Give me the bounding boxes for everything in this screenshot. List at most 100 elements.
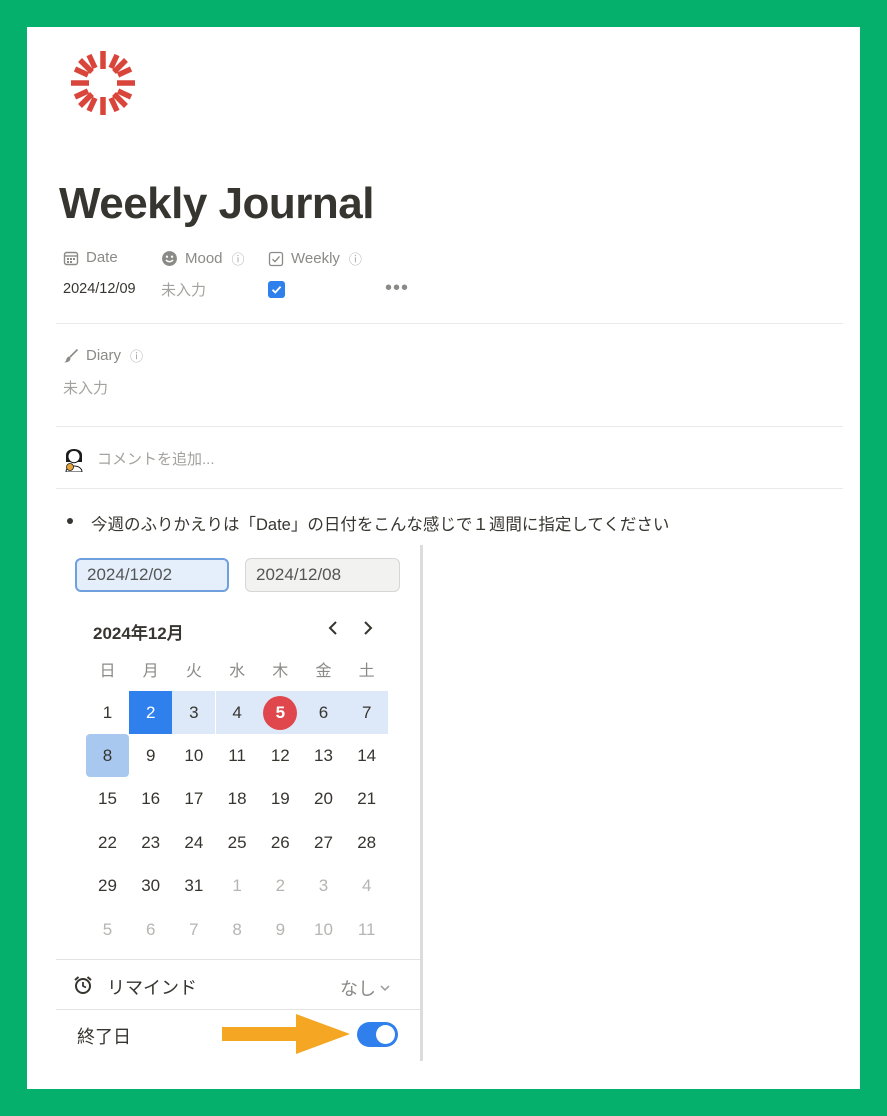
- chevron-right-icon: [364, 621, 373, 635]
- property-date-name: Date: [86, 249, 118, 266]
- calendar-day[interactable]: 9: [259, 908, 302, 951]
- info-icon[interactable]: ⓘ: [232, 249, 245, 268]
- page-card: Weekly Journal Date 2024/12/09 Mood ⓘ 未入…: [27, 27, 860, 1089]
- calendar-day[interactable]: 27: [302, 821, 345, 864]
- calendar-day[interactable]: 5: [258, 691, 302, 734]
- calendar-day[interactable]: 12: [259, 734, 302, 777]
- property-date-value[interactable]: 2024/12/09: [63, 281, 136, 297]
- property-diary-value[interactable]: 未入力: [63, 377, 108, 398]
- end-date-input[interactable]: 2024/12/08: [245, 558, 400, 592]
- property-mood-label[interactable]: Mood ⓘ: [161, 249, 245, 268]
- end-date-label: 終了日: [77, 1027, 131, 1047]
- calendar-day[interactable]: 18: [216, 778, 259, 821]
- calendar-day[interactable]: 17: [172, 778, 215, 821]
- page-title[interactable]: Weekly Journal: [59, 179, 375, 229]
- weekday-header: 木: [272, 663, 289, 680]
- calendar-day[interactable]: 6: [302, 691, 345, 734]
- calendar-day[interactable]: 13: [302, 734, 345, 777]
- property-mood-value[interactable]: 未入力: [161, 279, 206, 300]
- weekday-header: 金: [315, 663, 332, 680]
- divider: [56, 488, 843, 489]
- property-diary-name: Diary: [86, 347, 122, 364]
- comment-input[interactable]: コメントを追加...: [97, 448, 215, 469]
- info-icon[interactable]: ⓘ: [349, 249, 362, 268]
- bullet-text[interactable]: 今週のふりかえりは「Date」の日付をこんな感じで１週間に指定してください: [91, 511, 669, 535]
- weekday-header: 火: [185, 663, 202, 680]
- property-weekly-label[interactable]: Weekly ⓘ: [268, 249, 362, 268]
- calendar-day[interactable]: 25: [216, 821, 259, 864]
- calendar-day[interactable]: 4: [345, 865, 388, 908]
- calendar-day[interactable]: 22: [86, 821, 129, 864]
- divider: [56, 1009, 420, 1010]
- weekday-header: 水: [229, 663, 246, 680]
- calendar-day[interactable]: 30: [129, 865, 172, 908]
- calendar-day[interactable]: 23: [129, 821, 172, 864]
- calendar-day[interactable]: 1: [216, 865, 259, 908]
- property-date-label[interactable]: Date: [63, 249, 118, 266]
- divider: [56, 959, 420, 960]
- calendar-day[interactable]: 9: [129, 734, 172, 777]
- calendar-day[interactable]: 15: [86, 778, 129, 821]
- arrow-annotation-icon: [222, 1014, 350, 1054]
- property-diary-label[interactable]: Diary ⓘ: [63, 346, 143, 365]
- calendar-day[interactable]: 2: [129, 691, 173, 734]
- weekday-header: 月: [142, 663, 159, 680]
- calendar-day[interactable]: 26: [259, 821, 302, 864]
- calendar-day[interactable]: 3: [302, 865, 345, 908]
- calendar-day[interactable]: 14: [345, 734, 388, 777]
- property-mood-name: Mood: [185, 250, 223, 267]
- calendar-icon: [63, 251, 79, 265]
- bullet-marker: [67, 518, 73, 524]
- calendar-day[interactable]: 7: [172, 908, 215, 951]
- smiley-icon: [162, 251, 177, 266]
- weekday-header: 土: [358, 663, 375, 680]
- calendar-day[interactable]: 7: [345, 691, 389, 734]
- today-marker: 5: [263, 695, 298, 730]
- calendar-day[interactable]: 5: [86, 908, 129, 951]
- calendar-day[interactable]: 3: [172, 691, 216, 734]
- divider: [56, 426, 843, 427]
- info-icon[interactable]: ⓘ: [130, 346, 143, 365]
- calendar-day[interactable]: 24: [172, 821, 215, 864]
- calendar-day[interactable]: 10: [302, 908, 345, 951]
- remind-value: なし: [340, 979, 376, 999]
- calendar-day[interactable]: 16: [129, 778, 172, 821]
- previous-month-button[interactable]: [322, 617, 344, 639]
- date-picker-border: [420, 545, 423, 1061]
- calendar-day[interactable]: 28: [345, 821, 388, 864]
- weekly-checkbox[interactable]: [268, 281, 285, 298]
- checkbox-icon: [268, 251, 284, 266]
- chevron-down-icon: [380, 985, 390, 992]
- calendar-day[interactable]: 8: [216, 908, 259, 951]
- alarm-clock-icon: [74, 976, 92, 994]
- chevron-left-icon: [328, 621, 337, 635]
- calendar-month-label: 2024年12月: [93, 624, 184, 643]
- calendar-day[interactable]: 6: [129, 908, 172, 951]
- calendar-day[interactable]: 31: [172, 865, 215, 908]
- checkmark-icon: [271, 285, 282, 294]
- remind-select[interactable]: なし: [340, 975, 391, 1001]
- more-properties-button[interactable]: •••: [385, 277, 409, 300]
- divider: [56, 323, 843, 324]
- calendar-day[interactable]: 1: [86, 691, 129, 734]
- calendar-day[interactable]: 21: [345, 778, 388, 821]
- calendar-day[interactable]: 11: [345, 908, 388, 951]
- toggle-knob: [376, 1025, 395, 1044]
- calendar-day[interactable]: 2: [259, 865, 302, 908]
- calendar-day[interactable]: 11: [216, 734, 259, 777]
- weekday-header: 日: [99, 663, 116, 680]
- property-weekly-name: Weekly: [291, 250, 340, 267]
- calendar-day[interactable]: 19: [259, 778, 302, 821]
- end-date-toggle[interactable]: [357, 1022, 398, 1047]
- calendar-day[interactable]: 10: [172, 734, 215, 777]
- next-month-button[interactable]: [357, 617, 379, 639]
- calendar-day[interactable]: 4: [215, 691, 259, 734]
- brush-icon: [64, 348, 79, 362]
- sunburst-icon: [71, 51, 135, 115]
- calendar-day[interactable]: 20: [302, 778, 345, 821]
- calendar-day[interactable]: 8: [86, 734, 129, 778]
- calendar-day[interactable]: 29: [86, 865, 129, 908]
- avatar: [65, 449, 83, 472]
- start-date-input[interactable]: 2024/12/02: [75, 558, 229, 592]
- remind-label[interactable]: リマインド: [107, 974, 197, 1000]
